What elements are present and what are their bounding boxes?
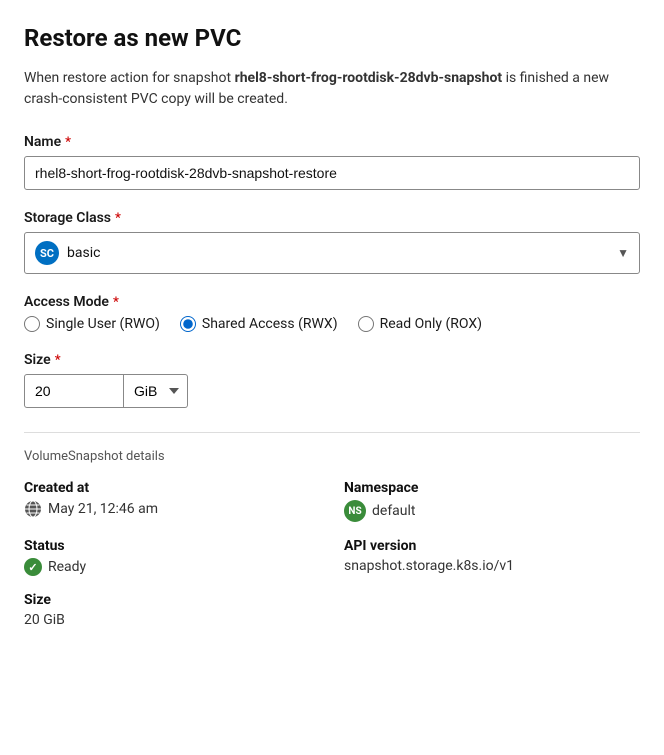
size-input[interactable] [24, 374, 124, 408]
page-title: Restore as new PVC [24, 24, 640, 52]
description-prefix: When restore action for snapshot [24, 70, 235, 86]
snapshot-size-value: 20 GiB [24, 612, 320, 628]
snapshot-name-highlight: rhel8-short-frog-rootdisk-28dvb-snapshot [235, 70, 503, 86]
radio-read-only[interactable]: Read Only (ROX) [358, 316, 482, 332]
size-row: MiB GiB TiB [24, 374, 640, 408]
page-description: When restore action for snapshot rhel8-s… [24, 68, 640, 110]
namespace-label: Namespace [344, 480, 640, 496]
radio-label-rwo: Single User (RWO) [46, 316, 160, 332]
radio-label-rwx: Shared Access (RWX) [202, 316, 338, 332]
api-version-item: API version snapshot.storage.k8s.io/v1 [344, 538, 640, 576]
snapshot-details-section: VolumeSnapshot details Created at May 21… [24, 449, 640, 628]
section-divider [24, 432, 640, 433]
ns-badge: NS [344, 500, 366, 522]
created-at-value: May 21, 12:46 am [24, 500, 320, 518]
namespace-value: NS default [344, 500, 640, 522]
storage-class-select[interactable]: SC basic ▼ [24, 232, 640, 274]
radio-input-rwx[interactable] [180, 316, 196, 332]
size-label: Size * [24, 352, 640, 368]
storage-class-label: Storage Class * [24, 210, 640, 226]
size-unit-select[interactable]: MiB GiB TiB [124, 374, 188, 408]
created-at-item: Created at May 21, 12:46 am [24, 480, 320, 522]
size-field-group: Size * MiB GiB TiB [24, 352, 640, 408]
storage-class-field-group: Storage Class * SC basic ▼ [24, 210, 640, 274]
globe-icon [24, 500, 42, 518]
sc-badge: SC [35, 241, 59, 265]
snapshot-size-item: Size 20 GiB [24, 592, 320, 628]
namespace-item: Namespace NS default [344, 480, 640, 522]
storage-class-value: basic [67, 245, 100, 261]
name-label: Name * [24, 134, 640, 150]
snapshot-size-label: Size [24, 592, 320, 608]
radio-input-rox[interactable] [358, 316, 374, 332]
status-value: Ready [24, 558, 320, 576]
api-version-label: API version [344, 538, 640, 554]
status-label: Status [24, 538, 320, 554]
access-mode-field-group: Access Mode * Single User (RWO) Shared A… [24, 294, 640, 332]
name-field-group: Name * [24, 134, 640, 190]
status-check-icon [24, 558, 42, 576]
details-grid: Created at May 21, 12:46 am Namespace NS… [24, 480, 640, 628]
storage-class-chevron-icon: ▼ [617, 246, 629, 260]
access-mode-required: * [113, 295, 119, 310]
api-version-value: snapshot.storage.k8s.io/v1 [344, 558, 640, 574]
storage-class-required: * [115, 211, 121, 226]
radio-input-rwo[interactable] [24, 316, 40, 332]
radio-label-rox: Read Only (ROX) [380, 316, 482, 332]
radio-shared-access[interactable]: Shared Access (RWX) [180, 316, 338, 332]
name-required: * [65, 135, 71, 150]
name-input[interactable] [24, 156, 640, 190]
snapshot-details-title: VolumeSnapshot details [24, 449, 640, 464]
status-item: Status Ready [24, 538, 320, 576]
radio-single-user[interactable]: Single User (RWO) [24, 316, 160, 332]
access-mode-label: Access Mode * [24, 294, 640, 310]
created-at-label: Created at [24, 480, 320, 496]
size-required: * [55, 353, 61, 368]
access-mode-radio-group: Single User (RWO) Shared Access (RWX) Re… [24, 316, 640, 332]
